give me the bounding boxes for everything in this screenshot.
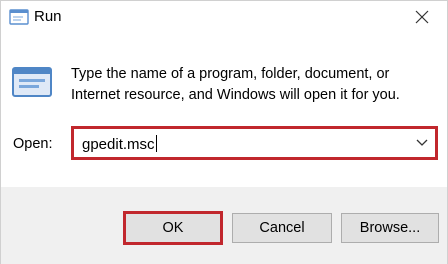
title-bar[interactable]: Run: [1, 1, 447, 35]
ok-button[interactable]: OK: [123, 211, 223, 245]
open-label: Open:: [13, 136, 53, 152]
run-dialog: Run Type the name of a program, folder, …: [0, 0, 448, 264]
text-caret: [155, 135, 157, 152]
close-button[interactable]: [407, 3, 437, 31]
run-icon: [9, 9, 29, 25]
chevron-down-icon[interactable]: [415, 137, 429, 149]
close-icon: [415, 10, 429, 24]
open-input-value[interactable]: gpedit.msc: [82, 135, 157, 153]
dialog-description: Type the name of a program, folder, docu…: [71, 66, 400, 103]
window-title: Run: [34, 8, 62, 25]
cancel-button[interactable]: Cancel: [232, 213, 332, 243]
open-input[interactable]: gpedit.msc: [71, 126, 438, 160]
run-large-icon: [12, 67, 52, 97]
browse-button[interactable]: Browse...: [341, 213, 439, 243]
